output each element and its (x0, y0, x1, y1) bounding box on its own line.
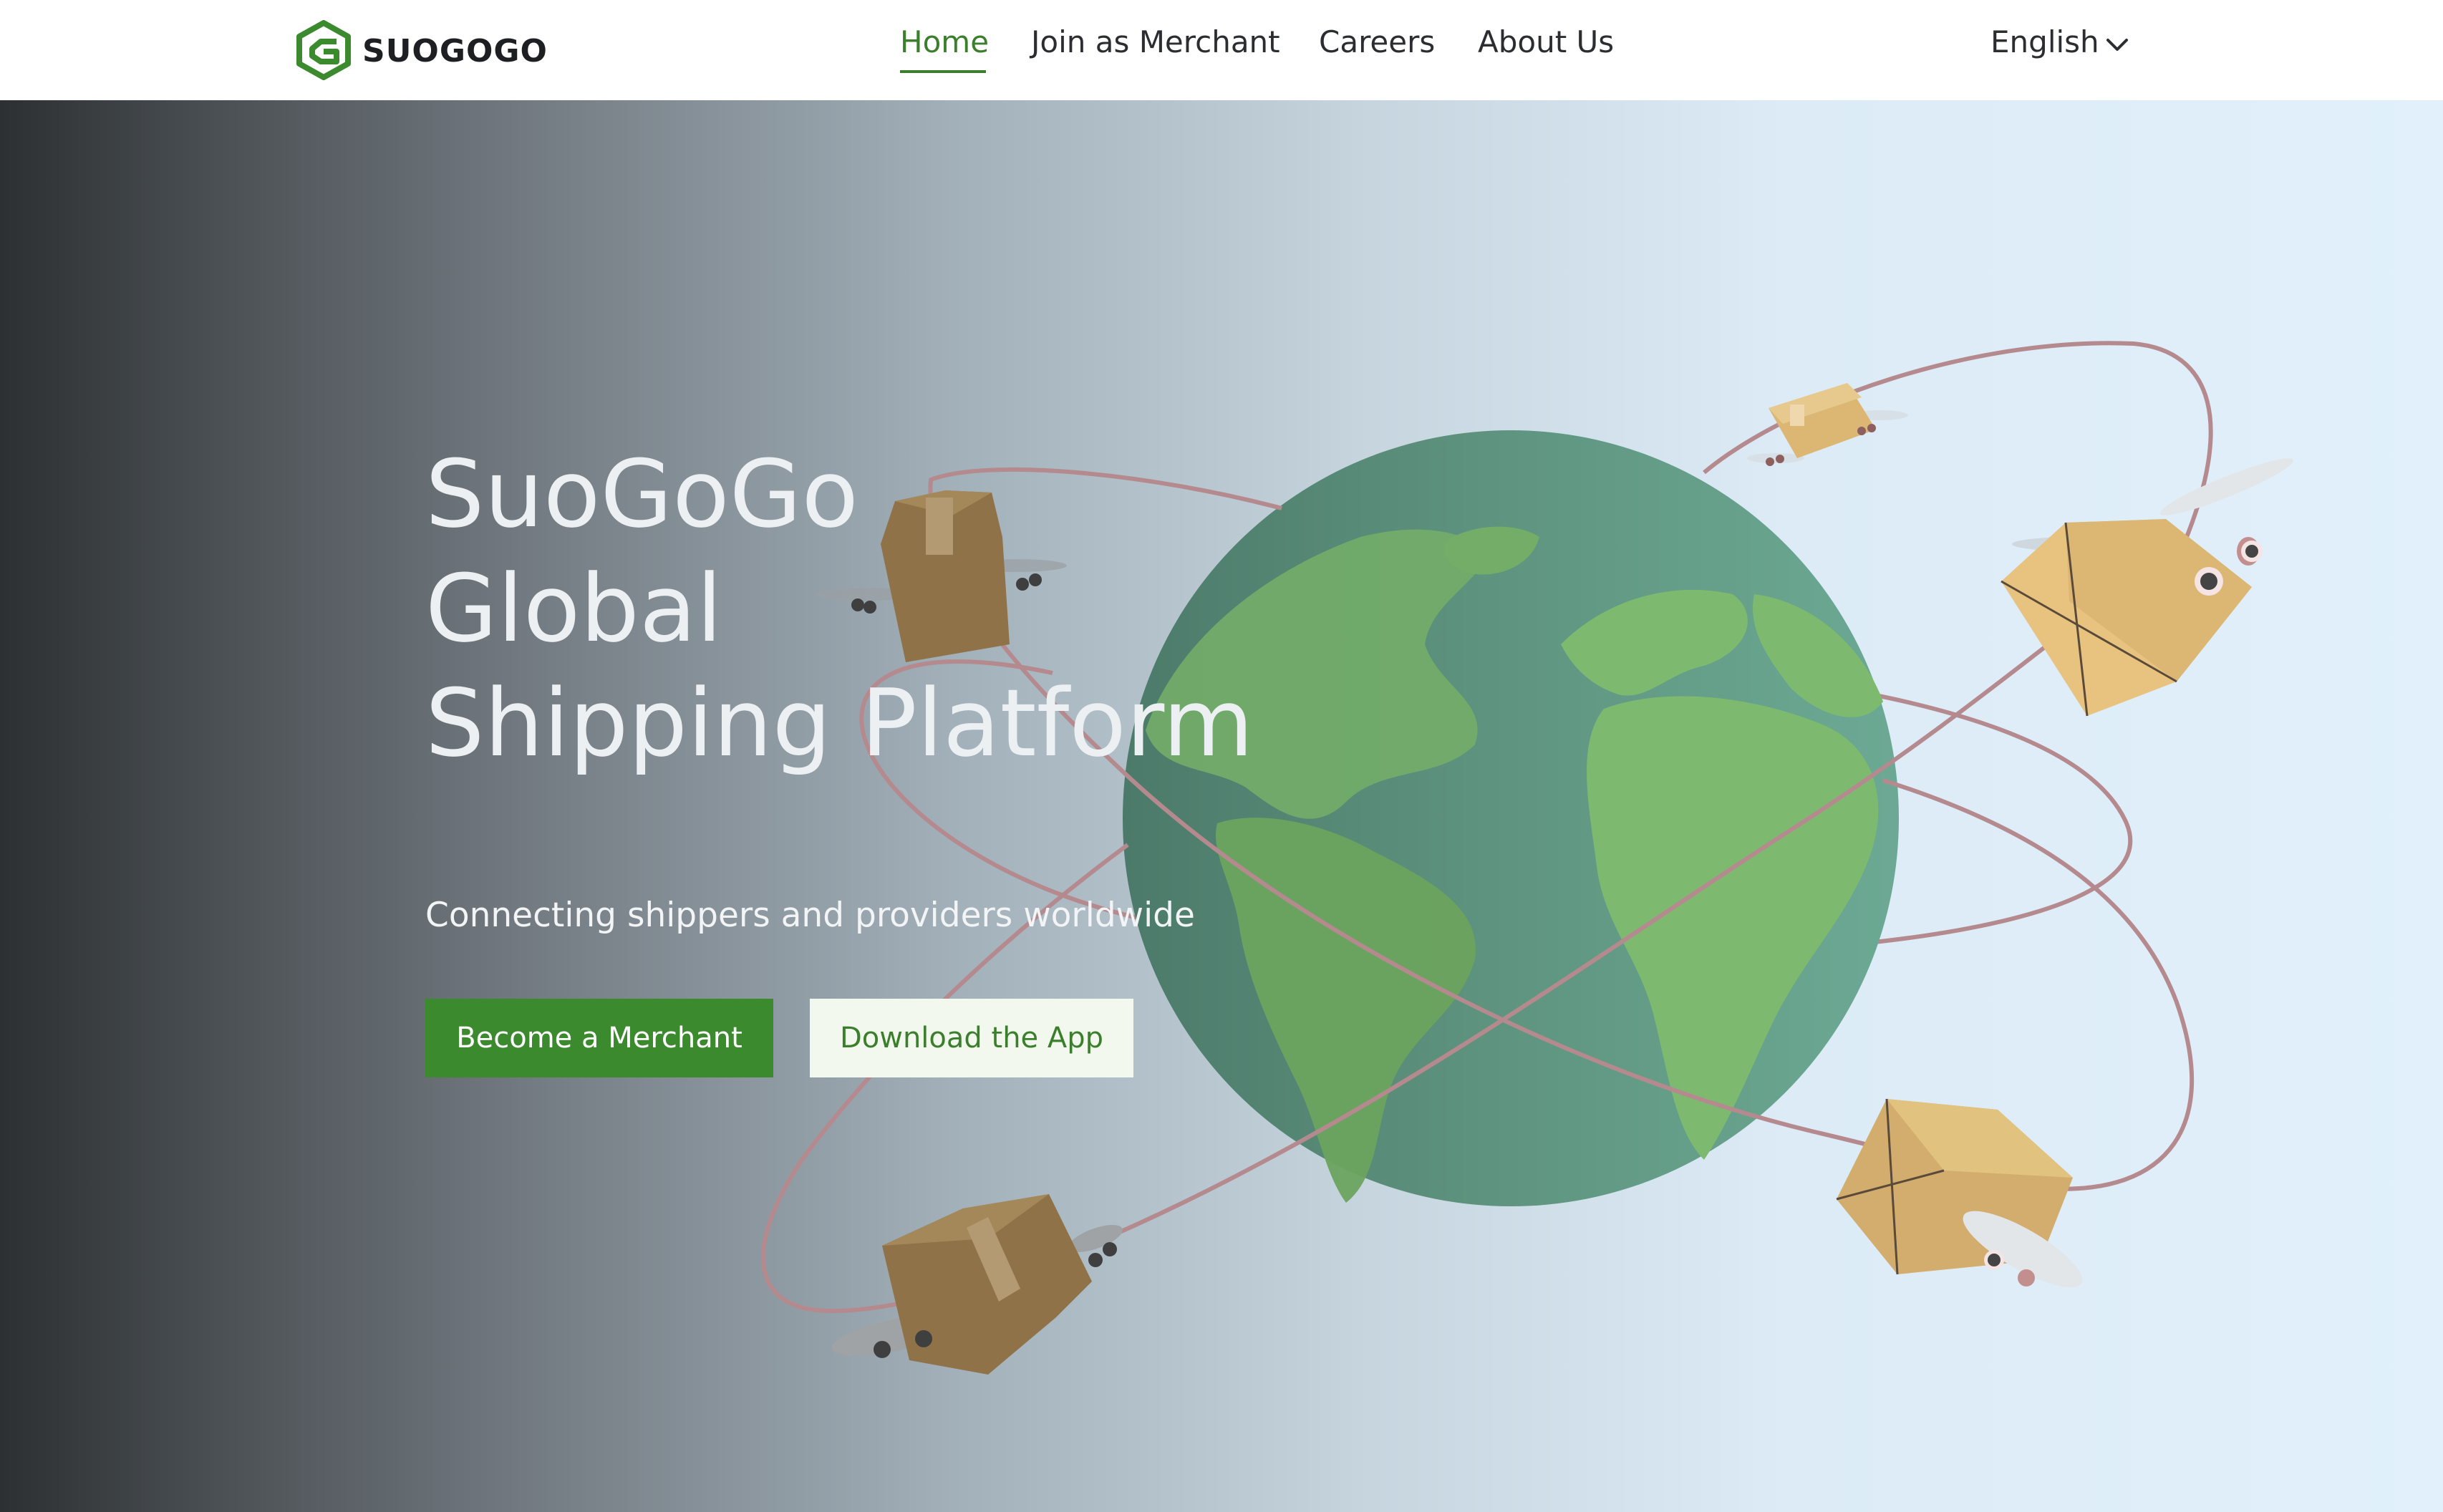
parcel-drone-bottom-right (1836, 1098, 2083, 1288)
brand-name: SUOGOGO (362, 33, 548, 69)
nav-link-join-as-merchant[interactable]: Join as Merchant (1031, 24, 1280, 59)
language-selector[interactable]: English (1990, 24, 2128, 59)
parcel-drone-right-large (2001, 458, 2293, 717)
hero-title-line-3: Shipping Platform (425, 669, 1254, 777)
hero-title: SuoGoGo Global Shipping Platform (425, 437, 1254, 780)
active-nav-indicator (900, 70, 986, 73)
language-label: English (1990, 24, 2099, 59)
brand-logo-link[interactable]: SUOGOGO (295, 20, 547, 80)
hero-section: SuoGoGo Global Shipping Platform Connect… (0, 100, 2443, 1512)
download-app-button[interactable]: Download the App (810, 999, 1133, 1077)
parcel-drone-top-right (1747, 383, 1908, 466)
globe-with-flying-parcels-illustration (760, 341, 2293, 1375)
hero-subtitle: Connecting shippers and providers worldw… (425, 896, 1195, 935)
hero-title-line-2: Global (425, 554, 722, 663)
hero-title-line-1: SuoGoGo (425, 440, 858, 548)
nav-link-home[interactable]: Home (900, 24, 989, 59)
top-navigation-bar: SUOGOGO Home Join as Merchant Careers Ab… (0, 0, 2443, 100)
nav-link-about-us[interactable]: About Us (1478, 24, 1614, 59)
hexagon-g-logo-icon (296, 20, 351, 80)
become-merchant-button[interactable]: Become a Merchant (425, 999, 773, 1077)
parcel-drone-bottom-left (831, 1194, 1123, 1375)
chevron-down-icon (2106, 39, 2128, 51)
nav-link-careers[interactable]: Careers (1319, 24, 1435, 59)
